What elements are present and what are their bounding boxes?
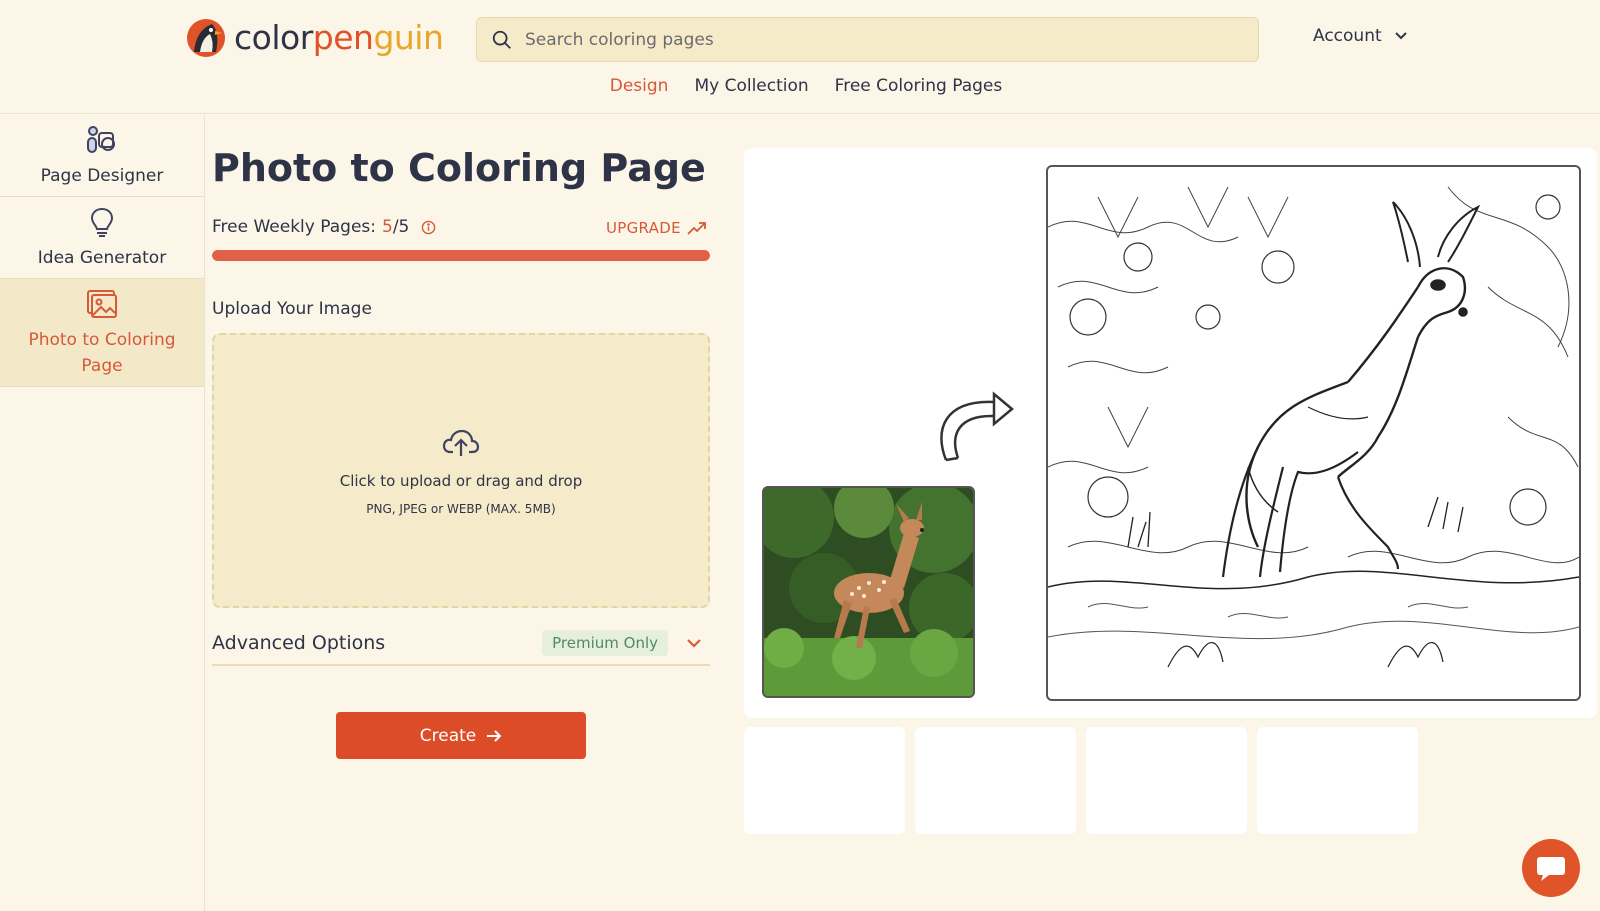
weekly-used: 5: [381, 217, 393, 237]
main-nav: Design My Collection Free Coloring Pages: [0, 76, 1600, 96]
weekly-label: Free Weekly Pages:: [212, 217, 376, 237]
sidebar-item-label: Page Designer: [40, 165, 164, 186]
lightbulb-icon: [90, 207, 114, 237]
create-button[interactable]: Create: [336, 712, 586, 759]
logo-text-color: color: [234, 18, 313, 57]
logo-text: colorpenguin: [234, 18, 444, 58]
sidebar-item-label: Photo to Coloring Page: [28, 329, 176, 376]
account-label: Account: [1313, 26, 1382, 46]
weekly-total: /5: [392, 217, 410, 237]
header: colorpenguin Account Design My Collectio…: [0, 0, 1600, 114]
weekly-progress-bar: [212, 250, 710, 261]
logo-text-pen: pen: [312, 18, 374, 57]
nav-free-coloring-pages[interactable]: Free Coloring Pages: [835, 76, 1003, 96]
trend-up-icon: [687, 222, 706, 235]
sidebar: Page Designer Idea Generator Photo to Co…: [0, 115, 205, 911]
shapes-icon: [87, 125, 115, 153]
logo-text-guin: guin: [373, 18, 444, 57]
search-bar[interactable]: [476, 17, 1259, 62]
weekly-pages-counter: Free Weekly Pages: 5/5: [212, 217, 436, 237]
dropzone-instructions: Click to upload or drag and drop: [340, 472, 583, 490]
sidebar-item-label: Idea Generator: [37, 247, 167, 268]
thumbnail-slot[interactable]: [1257, 727, 1418, 834]
create-label: Create: [419, 725, 477, 746]
chevron-down-icon: [1394, 32, 1407, 40]
info-icon[interactable]: [421, 220, 436, 235]
arrow-right-icon: [487, 729, 502, 742]
sidebar-item-photo-to-coloring-page[interactable]: Photo to Coloring Page: [0, 279, 204, 387]
image-icon: [87, 289, 117, 318]
search-icon: [492, 30, 511, 49]
thumbnail-slot[interactable]: [1086, 727, 1247, 834]
upgrade-link[interactable]: UPGRADE: [606, 219, 707, 237]
page-title: Photo to Coloring Page: [212, 146, 706, 190]
chat-button[interactable]: [1522, 839, 1580, 897]
dropzone-drag-text: or drag and drop: [451, 471, 583, 490]
nav-my-collection[interactable]: My Collection: [694, 76, 808, 96]
thumbnail-slot[interactable]: [744, 727, 905, 834]
chat-icon: [1537, 857, 1565, 881]
advanced-options-label: Advanced Options: [212, 632, 386, 654]
chevron-down-icon: [687, 639, 701, 648]
nav-design[interactable]: Design: [610, 76, 669, 96]
dropzone-click-text: Click to upload: [339, 471, 452, 490]
search-input[interactable]: [525, 29, 1225, 50]
upload-label: Upload Your Image: [212, 299, 372, 319]
cloud-upload-icon: [442, 429, 480, 456]
advanced-options-toggle[interactable]: Advanced Options Premium Only: [212, 622, 710, 666]
upgrade-label: UPGRADE: [606, 219, 681, 237]
example-preview: [744, 148, 1597, 718]
premium-badge: Premium Only: [542, 630, 668, 656]
thumbnail-strip: [744, 727, 1418, 834]
logo[interactable]: colorpenguin: [186, 18, 444, 58]
progress-fill: [212, 250, 710, 261]
sidebar-item-idea-generator[interactable]: Idea Generator: [0, 197, 204, 279]
thumbnail-slot[interactable]: [915, 727, 1076, 834]
upload-dropzone[interactable]: Click to upload or drag and drop PNG, JP…: [212, 333, 710, 608]
account-menu[interactable]: Account: [1313, 26, 1408, 46]
dropzone-file-types: PNG, JPEG or WEBP (MAX. 5MB): [366, 501, 556, 516]
penguin-logo-icon: [187, 19, 225, 57]
fawn-photo: [762, 486, 975, 698]
sidebar-item-page-designer[interactable]: Page Designer: [0, 115, 204, 197]
curved-arrow-icon: [940, 391, 1014, 462]
deer-line-art: [1046, 165, 1581, 701]
